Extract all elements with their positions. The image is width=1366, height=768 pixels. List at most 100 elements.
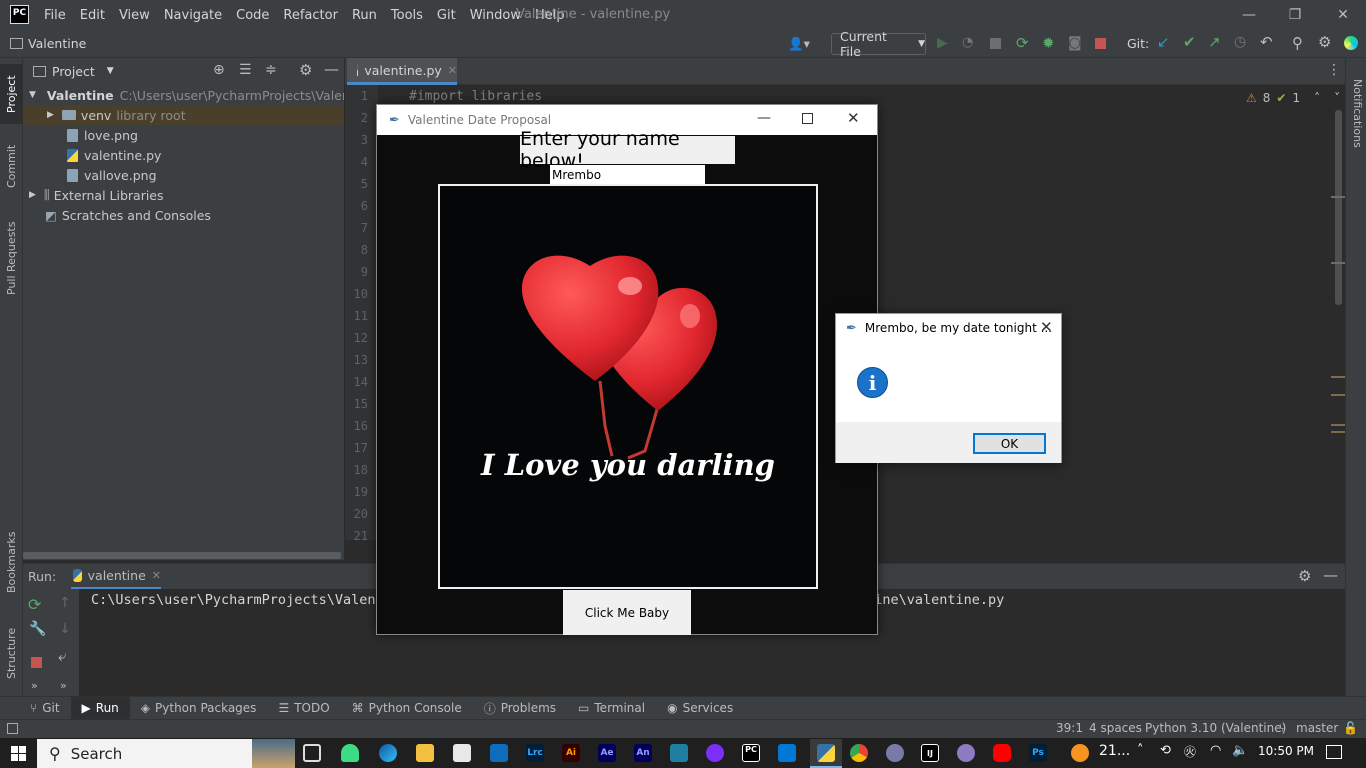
animate-icon[interactable]: An [634,744,652,762]
stop-icon[interactable] [1095,38,1106,49]
clock[interactable]: 10:50 PM [1258,744,1314,758]
close-button[interactable]: ✕ [1320,0,1366,30]
volume-icon[interactable]: 🔈 [1232,743,1248,758]
app-icon[interactable] [886,744,904,762]
tool-windows-icon[interactable] [7,723,18,734]
more-icon[interactable]: » [60,679,67,692]
menu-edit[interactable]: Edit [80,8,105,23]
editor-tab-valentine[interactable]: valentine.py ✕ [347,58,457,85]
menu-tools[interactable]: Tools [391,8,423,23]
vertical-scrollbar[interactable] [1335,110,1342,305]
name-entry[interactable] [550,165,705,184]
tool-tab-problems[interactable]: ⓘ Problems [473,697,567,720]
soft-wrap-icon[interactable]: ⤶ [58,647,66,665]
indent-setting[interactable]: 4 spaces [1089,721,1142,735]
tool-tab-terminal[interactable]: ▭ Terminal [567,697,656,720]
rerun-icon[interactable]: ⟳ [28,595,41,614]
intellij-icon[interactable]: IJ [921,744,939,762]
menu-run[interactable]: Run [352,8,377,23]
jetbrains-icon[interactable] [1344,36,1358,50]
wrench-icon[interactable]: 🔧 [29,621,46,637]
sync-icon[interactable]: ⟲ [1160,743,1171,758]
menu-view[interactable]: View [119,8,150,23]
chevron-up-icon[interactable]: ˄ [1314,91,1320,105]
tree-item-scratches[interactable]: ◩ Scratches and Consoles [45,205,211,225]
debug-icon[interactable]: ✹ [1042,34,1055,52]
tree-item-file[interactable]: valentine.py [67,145,161,165]
locate-icon[interactable]: ⊕ [213,62,225,78]
tree-item-file[interactable]: love.png [67,125,138,145]
inspection-widget[interactable]: ⚠ 8 ✔ 1 ˄ ˅ [1246,91,1340,105]
app-icon[interactable] [670,744,688,762]
tool-tab-python-console[interactable]: ⌘ Python Console [341,697,473,720]
notifications-icon[interactable] [1326,745,1342,759]
youtube-icon[interactable] [993,744,1011,762]
chrome-icon[interactable] [850,744,868,762]
options-gear-icon[interactable]: ⚙ [299,61,312,79]
breadcrumb-project[interactable]: Valentine [28,36,86,51]
after-effects-icon[interactable]: Ae [598,744,616,762]
debug-disabled-icon[interactable]: ◔ [962,35,973,50]
hide-panel-icon[interactable]: — [324,60,339,78]
tool-tab-todo[interactable]: ☰ TODO [267,697,340,720]
arrow-up-icon[interactable]: ↑ [59,595,71,611]
more-options-icon[interactable]: ⋮ [1327,62,1341,78]
menu-refactor[interactable]: Refactor [283,8,338,23]
history-icon[interactable]: ◷ [1234,34,1246,50]
chevron-down-icon[interactable]: ˅ [1334,91,1340,105]
stripe-tab-structure[interactable]: Structure [0,618,23,688]
weather-icon[interactable] [1071,744,1089,762]
project-panel-title[interactable]: Project [52,64,95,79]
ok-button[interactable]: OK [973,433,1046,454]
user-icon[interactable]: 👤▾ [788,36,810,52]
task-view-icon[interactable] [303,744,321,762]
coverage-icon[interactable]: ◙ [1068,35,1082,51]
tree-item-file[interactable]: vallove.png [67,165,157,185]
minimize-button[interactable]: — [1226,0,1272,30]
run-tab-valentine[interactable]: valentine ✕ [71,564,161,590]
git-update-icon[interactable]: ↙ [1157,33,1170,51]
collapse-all-icon[interactable]: ≑ [265,62,277,78]
app-icon[interactable] [957,744,975,762]
stripe-tab-pull-requests[interactable]: Pull Requests [0,213,23,303]
close-tab-icon[interactable]: ✕ [152,569,161,582]
lock-icon[interactable]: 🔓 [1343,721,1358,735]
tree-item-venv[interactable]: ▶ venv library root [23,105,344,125]
run-icon[interactable]: ▶ [937,35,948,51]
settings-gear-icon[interactable]: ⚙ [1298,567,1311,585]
wifi-icon[interactable]: ◠ [1210,743,1221,758]
close-tab-icon[interactable]: ✕ [448,64,457,77]
windows-start-icon[interactable] [11,746,26,761]
rollback-icon[interactable]: ↶ [1260,33,1273,51]
android-studio-icon[interactable] [341,744,359,762]
stripe-tab-project[interactable]: Project [0,64,23,124]
store-icon[interactable] [453,744,471,762]
chevron-down-icon[interactable]: ▼ [107,66,114,76]
illustrator-icon[interactable]: Ai [562,744,580,762]
python-taskbar-active[interactable] [810,739,842,768]
tool-tab-services[interactable]: ◉ Services [656,697,744,720]
git-commit-icon[interactable]: ✔ [1183,33,1196,51]
horizontal-scrollbar[interactable] [23,552,341,559]
taskbar-search[interactable]: ⚲ Search [37,739,295,768]
vscode-icon[interactable] [778,744,796,762]
arrow-down-icon[interactable]: ↓ [59,621,71,637]
settings-gear-icon[interactable]: ⚙ [1318,33,1331,51]
hide-panel-icon[interactable]: — [1323,566,1338,584]
edge-icon[interactable] [379,744,397,762]
interpreter-setting[interactable]: Python 3.10 (Valentine) [1145,721,1286,735]
rerun-icon[interactable]: ⟳ [1016,34,1029,52]
run-config-select[interactable]: Current File ▼ [831,29,926,59]
minimize-button[interactable]: — [757,110,771,126]
tool-tab-git[interactable]: ⑂ Git [0,697,71,720]
git-branch[interactable]: master [1296,721,1338,735]
chevron-up-icon[interactable]: ˄ [1137,743,1144,758]
tool-tab-python-packages[interactable]: ◈ Python Packages [130,697,268,720]
close-button[interactable]: ✕ [847,109,860,127]
git-push-icon[interactable]: ↗ [1208,33,1221,51]
stripe-tab-bookmarks[interactable]: Bookmarks [0,523,23,601]
stop-icon[interactable] [31,657,42,668]
file-explorer-icon[interactable] [416,744,434,762]
menu-git[interactable]: Git [437,8,456,23]
stripe-tab-notifications[interactable]: Notifications [1346,68,1366,158]
